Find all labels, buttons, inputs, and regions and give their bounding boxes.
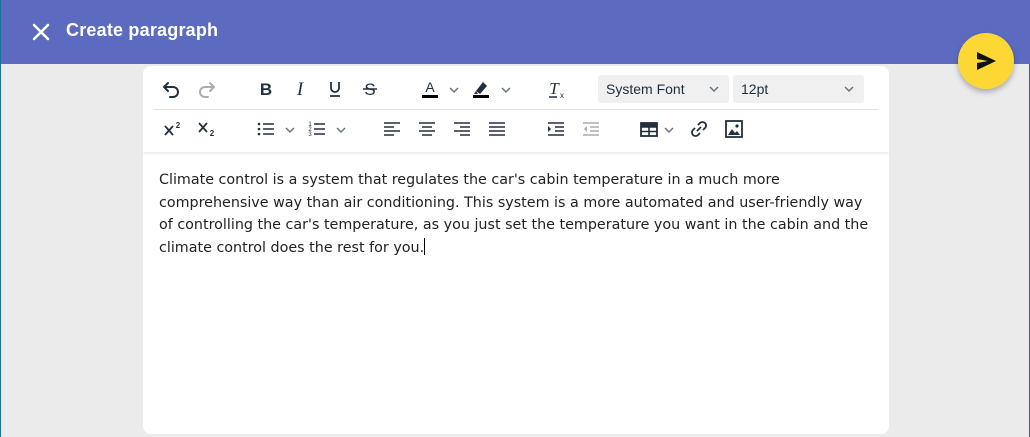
send-button[interactable] [958, 33, 1014, 89]
svg-text:T: T [549, 79, 560, 98]
underline-button[interactable] [321, 75, 349, 103]
font-family-select[interactable]: System Font [598, 75, 729, 103]
svg-text:A: A [425, 79, 435, 95]
strikethrough-icon: S [363, 80, 377, 99]
rich-text-editor: B I S A Tx System Font 12pt 2 2 1 2 3 Cl… [143, 66, 889, 434]
italic-icon: I [296, 79, 305, 100]
highlight-color-icon [473, 82, 489, 98]
underline-icon [330, 82, 340, 97]
highlight-color-button[interactable] [467, 75, 495, 103]
bullet-list-dropdown-icon[interactable] [283, 123, 297, 137]
bullet-list-icon [257, 122, 274, 136]
bold-button[interactable]: B [252, 75, 280, 103]
close-icon [32, 23, 50, 41]
subscript-button[interactable]: 2 [192, 115, 220, 143]
app-header: Create paragraph [1, 0, 1030, 64]
image-icon [725, 120, 743, 138]
editor-toolbar: B I S A Tx System Font 12pt 2 2 1 2 3 [143, 66, 889, 152]
table-icon [640, 122, 658, 137]
table-dropdown-icon[interactable] [662, 123, 676, 137]
svg-text:2: 2 [210, 129, 215, 138]
numbered-list-icon: 123 [308, 122, 325, 138]
indent-button[interactable] [542, 115, 570, 143]
highlight-dropdown-icon[interactable] [499, 83, 513, 97]
text-color-dropdown-icon[interactable] [447, 83, 461, 97]
svg-text:B: B [260, 80, 272, 99]
align-left-button[interactable] [378, 115, 406, 143]
align-right-icon [454, 122, 470, 136]
outdent-icon [583, 122, 599, 136]
justify-button[interactable] [483, 115, 511, 143]
redo-button[interactable] [193, 75, 221, 103]
superscript-button[interactable]: 2 [158, 115, 186, 143]
page-title: Create paragraph [66, 20, 219, 40]
editor-content[interactable]: Climate control is a system that regulat… [159, 169, 875, 259]
redo-icon [199, 82, 215, 98]
text-color-button[interactable]: A [416, 75, 444, 103]
align-center-icon [419, 122, 435, 136]
toolbar-divider [153, 109, 879, 110]
table-button[interactable] [635, 115, 663, 143]
outdent-button[interactable] [577, 115, 605, 143]
indent-icon [548, 122, 564, 136]
align-center-button[interactable] [413, 115, 441, 143]
svg-text:I: I [296, 79, 305, 100]
send-icon [977, 52, 996, 70]
link-button[interactable] [685, 115, 713, 143]
paragraph-text: Climate control is a system that regulat… [159, 172, 869, 256]
image-button[interactable] [720, 115, 748, 143]
align-left-icon [384, 122, 400, 136]
undo-button[interactable] [157, 75, 185, 103]
text-cursor [424, 237, 426, 255]
italic-button[interactable]: I [286, 75, 314, 103]
clear-formatting-button[interactable]: Tx [542, 75, 570, 103]
numbered-list-dropdown-icon[interactable] [334, 123, 348, 137]
undo-icon [163, 82, 179, 98]
close-button[interactable] [29, 20, 53, 44]
bold-icon: B [260, 80, 272, 99]
font-family-value: System Font [606, 81, 685, 97]
clear-formatting-icon: Tx [549, 79, 564, 100]
chevron-down-icon [844, 86, 854, 93]
align-right-button[interactable] [448, 115, 476, 143]
bullet-list-button[interactable] [252, 115, 280, 143]
chevron-down-icon [709, 86, 719, 93]
subscript-icon: 2 [198, 122, 215, 138]
justify-icon [489, 122, 505, 136]
font-size-value: 12pt [741, 81, 769, 97]
text-color-icon: A [422, 79, 438, 98]
strikethrough-button[interactable]: S [356, 75, 384, 103]
superscript-icon: 2 [164, 121, 181, 136]
numbered-list-button[interactable]: 123 [303, 115, 331, 143]
svg-text:x: x [560, 91, 564, 100]
svg-text:2: 2 [176, 121, 181, 130]
svg-text:3: 3 [308, 132, 312, 138]
link-icon [691, 121, 707, 137]
font-size-select[interactable]: 12pt [733, 75, 864, 103]
